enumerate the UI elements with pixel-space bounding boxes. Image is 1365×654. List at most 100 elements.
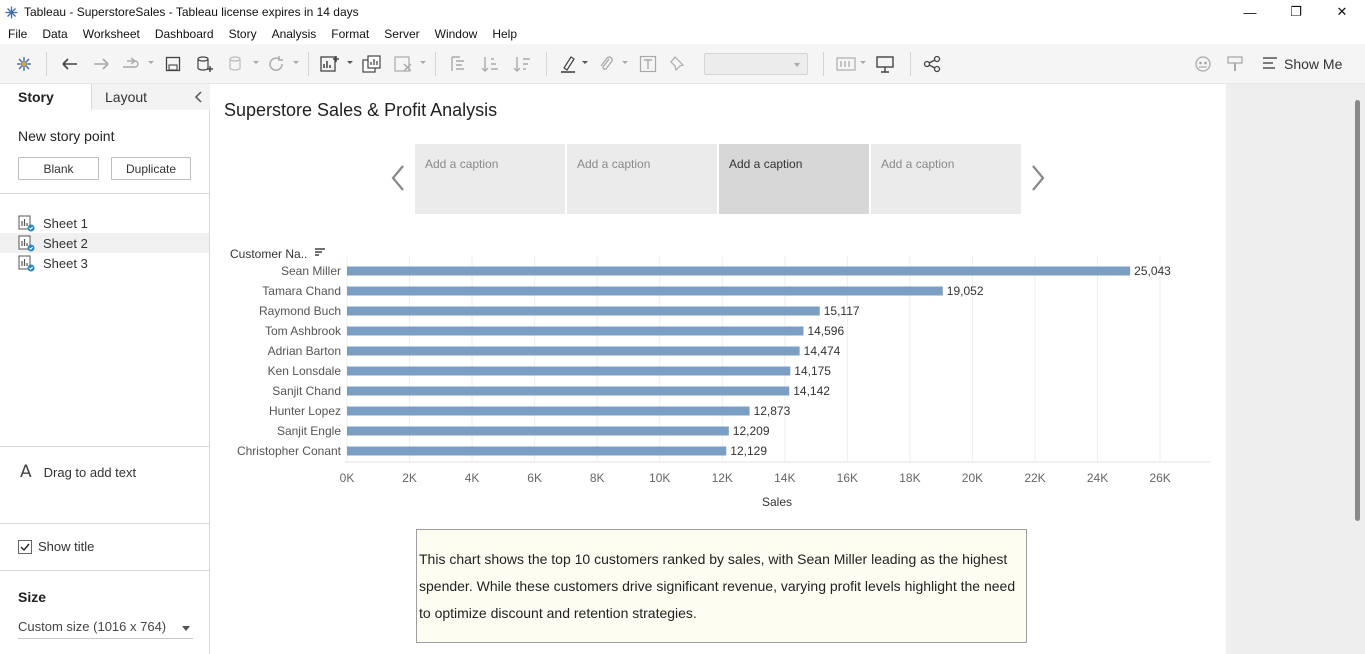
drag-text-object[interactable]: A Drag to add text [20,462,136,482]
x-tick-label: 6K [527,471,542,485]
bar[interactable] [347,346,800,356]
maximize-button[interactable]: ❐ [1273,0,1319,24]
vertical-scrollbar[interactable] [1355,100,1360,521]
sheet-label: Sheet 3 [43,255,88,271]
bar[interactable] [347,406,750,416]
sheet-item-sheet-1[interactable]: Sheet 1 [0,213,209,233]
menu-help[interactable]: Help [492,27,517,41]
previous-story-point-icon[interactable] [389,163,407,193]
show-me-button[interactable]: Show Me [1262,54,1342,74]
refresh-icon[interactable] [266,54,286,74]
menu-worksheet[interactable]: Worksheet [83,27,140,41]
menu-analysis[interactable]: Analysis [272,27,317,41]
new-data-source-icon[interactable] [195,54,215,74]
tableau-logo-icon[interactable] [14,54,34,74]
customer-name-label[interactable]: Raymond Buch [259,304,341,318]
checkbox-checked-icon [18,539,32,554]
customer-name-label[interactable]: Adrian Barton [268,344,341,358]
undo-icon[interactable] [60,54,80,74]
fit-dropdown[interactable] [704,53,808,75]
x-tick-label: 0K [340,471,355,485]
bar[interactable] [347,386,790,396]
customer-name-label[interactable]: Hunter Lopez [269,404,341,418]
bar-value-label: 14,175 [794,364,831,378]
customer-name-label[interactable]: Sanjit Chand [272,384,341,398]
show-labels-icon[interactable] [638,54,658,74]
tab-story[interactable]: Story [0,84,92,110]
sheet-label: Sheet 2 [43,235,88,251]
text-object-icon: A [20,462,32,482]
story-point-caption-3[interactable]: Add a caption [719,144,869,214]
show-title-checkbox[interactable]: Show title [18,539,94,554]
replay-icon[interactable] [121,54,141,74]
close-button[interactable]: ✕ [1319,0,1365,24]
presentation-mode-icon[interactable] [875,54,895,74]
sheet-item-sheet-3[interactable]: Sheet 3 [0,253,209,273]
menu-window[interactable]: Window [435,27,478,41]
toolbar: Show Me [0,44,1365,84]
customer-name-label[interactable]: Christopher Conant [237,444,342,458]
new-worksheet-icon[interactable] [320,54,340,74]
sort-icon[interactable] [315,248,325,256]
bar[interactable] [347,446,727,456]
tableau-assistant-icon[interactable] [1193,54,1213,74]
sort-ascending-icon[interactable] [480,54,500,74]
highlight-icon[interactable] [558,54,578,74]
bar[interactable] [347,426,729,436]
bar[interactable] [347,286,943,296]
bar[interactable] [347,326,804,336]
menu-server[interactable]: Server [384,27,419,41]
menu-file[interactable]: File [8,27,27,41]
menu-bar: File Data Worksheet Dashboard Story Anal… [0,24,1365,44]
next-story-point-icon[interactable] [1029,163,1047,193]
show-me-icon [1262,56,1278,73]
bar[interactable] [347,306,820,316]
save-icon[interactable] [163,54,183,74]
swap-rows-columns-icon[interactable] [447,54,467,74]
story-point-caption-4[interactable]: Add a caption [871,144,1021,214]
x-axis-label: Sales [762,495,792,509]
share-icon[interactable] [922,54,942,74]
x-tick-label: 4K [465,471,480,485]
title-bar: Tableau - SuperstoreSales - Tableau lice… [0,0,1365,24]
customer-name-label[interactable]: Ken Lonsdale [268,364,342,378]
duplicate-sheet-icon[interactable] [362,54,382,74]
x-tick-label: 10K [649,471,670,485]
size-dropdown[interactable]: Custom size (1016 x 764) [18,619,193,639]
window-title: Tableau - SuperstoreSales - Tableau lice… [24,5,359,19]
sort-descending-icon[interactable] [512,54,532,74]
minimize-button[interactable]: — [1227,0,1273,24]
bar[interactable] [347,366,791,376]
fix-axes-icon[interactable] [667,54,687,74]
customer-name-label[interactable]: Tom Ashbrook [265,324,342,338]
menu-story[interactable]: Story [229,27,257,41]
group-members-icon[interactable] [596,54,616,74]
menu-dashboard[interactable]: Dashboard [155,27,214,41]
redo-icon[interactable] [91,54,111,74]
x-tick-label: 22K [1024,471,1045,485]
format-painter-icon[interactable] [1225,54,1245,74]
x-tick-label: 2K [402,471,417,485]
pause-updates-icon[interactable] [227,54,247,74]
bar-value-label: 14,142 [793,384,830,398]
story-text-box: This chart shows the top 10 customers ra… [416,529,1027,643]
bar-value-label: 12,129 [730,444,767,458]
customer-name-label[interactable]: Sanjit Engle [277,424,341,438]
customer-name-label[interactable]: Tamara Chand [262,284,341,298]
x-tick-label: 12K [712,471,733,485]
bar[interactable] [347,266,1131,276]
clear-sheet-icon[interactable] [394,54,414,74]
menu-format[interactable]: Format [331,27,369,41]
bar-value-label: 15,117 [824,304,860,318]
sheet-item-sheet-2[interactable]: Sheet 2 [0,233,209,253]
drag-text-label: Drag to add text [43,464,137,480]
story-title: Superstore Sales & Profit Analysis [224,100,498,120]
customer-name-label[interactable]: Sean Miller [281,264,341,278]
collapse-pane-icon[interactable] [193,90,205,104]
menu-data[interactable]: Data [42,27,67,41]
story-point-caption-2[interactable]: Add a caption [567,144,717,214]
blank-button[interactable]: Blank [18,157,99,180]
duplicate-button[interactable]: Duplicate [111,157,191,180]
story-point-caption-1[interactable]: Add a caption [415,144,565,214]
show-cards-icon[interactable] [836,54,856,74]
